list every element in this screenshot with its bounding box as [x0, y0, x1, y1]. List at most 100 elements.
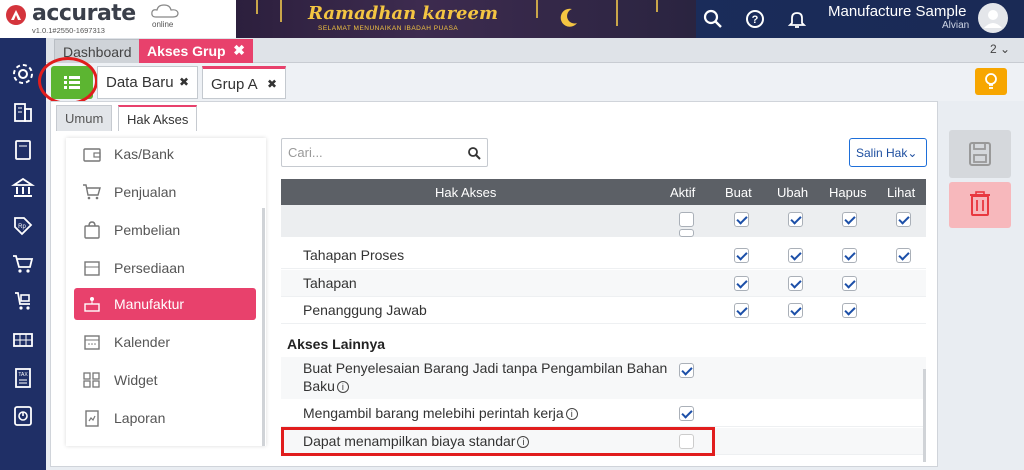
subtab-data-baru-label: Data Baru [106, 74, 174, 91]
search-icon[interactable] [467, 146, 481, 160]
svg-text:TAX: TAX [18, 372, 28, 378]
row-label-text: Mengambil barang melebihi perintah kerja [303, 405, 564, 421]
tag-icon[interactable]: Rp [11, 214, 35, 238]
save-button[interactable] [949, 130, 1011, 178]
subtab-grup-a[interactable]: Grup A ✖ [202, 66, 286, 99]
logo[interactable]: accurate online v1.0.1#2550-1697313 [0, 0, 236, 38]
banner-title: Ramadhan kareem [308, 3, 499, 24]
company-name[interactable]: Manufacture Sample [828, 3, 966, 20]
buat-checkbox[interactable] [734, 276, 749, 291]
filter-aktif-checkbox[interactable] [679, 212, 694, 227]
menu-item-pembelian[interactable]: Pembelian [74, 214, 256, 246]
bell-icon[interactable] [786, 8, 808, 30]
menu-item-kalender[interactable]: Kalender [74, 326, 256, 358]
menu-item-label: Laporan [114, 410, 166, 426]
user-icon [984, 10, 1002, 28]
menu-item-kas-bank[interactable]: Kas/Bank [74, 138, 256, 170]
search-icon[interactable] [702, 8, 724, 30]
partial-checkbox[interactable] [679, 229, 694, 237]
search-input[interactable]: Cari... [281, 138, 488, 167]
menu-item-penjualan[interactable]: Penjualan [74, 176, 256, 208]
buat-checkbox[interactable] [734, 303, 749, 318]
access-table: Hak Akses Aktif Buat Ubah Hapus Lihat Ta… [281, 179, 926, 462]
hapus-checkbox[interactable] [842, 276, 857, 291]
calendar-icon [84, 335, 100, 350]
ubah-checkbox[interactable] [788, 303, 803, 318]
info-icon[interactable]: i [565, 408, 578, 421]
tab-count-dropdown[interactable]: 2 ⌄ [990, 42, 1010, 56]
building-icon[interactable] [11, 100, 35, 124]
hapus-checkbox[interactable] [842, 248, 857, 263]
close-icon[interactable]: ✖ [179, 75, 189, 89]
menu-item-label: Pembelian [114, 222, 181, 238]
box-icon [84, 261, 100, 276]
logo-text: accurate [32, 1, 136, 26]
tax-icon[interactable]: TAX [11, 366, 35, 390]
lihat-checkbox[interactable] [896, 248, 911, 263]
hapus-checkbox[interactable] [842, 303, 857, 318]
close-icon[interactable]: ✖ [267, 77, 277, 91]
row-label: Penanggung Jawab [303, 302, 427, 318]
help-icon[interactable]: ? [744, 8, 766, 30]
main-tab-bar: Dashboard Akses Grup ✖ 2 ⌄ [46, 38, 1024, 63]
filter-ubah-checkbox[interactable] [788, 212, 803, 227]
filter-row [281, 205, 926, 237]
salin-hak-dropdown[interactable]: Salin Hak⌄ [849, 138, 927, 167]
table-header: Hak Akses Aktif Buat Ubah Hapus Lihat [281, 179, 926, 205]
cloud-icon [151, 4, 179, 18]
filter-hapus-checkbox[interactable] [842, 212, 857, 227]
section-title: Akses Lainnya [287, 336, 386, 352]
ubah-checkbox[interactable] [788, 248, 803, 263]
delete-button[interactable] [949, 182, 1011, 228]
tips-button[interactable] [975, 68, 1007, 95]
tab-akses-grup[interactable]: Akses Grup ✖ [139, 39, 253, 63]
bank-icon[interactable] [11, 176, 35, 200]
tab-umum[interactable]: Umum [56, 105, 113, 131]
table-row: Tahapan [281, 270, 926, 297]
subtab-data-baru[interactable]: Data Baru ✖ [97, 66, 198, 99]
table-row: Mengambil barang melebihi perintah kerja… [281, 400, 926, 427]
user-name: Alvian [942, 20, 970, 31]
lantern-decoration [656, 0, 658, 12]
svg-text:?: ? [752, 14, 759, 26]
tab-hak-akses[interactable]: Hak Akses [118, 105, 198, 131]
header-buat: Buat [725, 185, 752, 200]
crescent-moon-icon [560, 8, 577, 27]
lantern-decoration [536, 0, 538, 18]
filter-buat-checkbox[interactable] [734, 212, 749, 227]
table-row: Tahapan Proses [281, 242, 926, 269]
gear-icon[interactable] [11, 62, 35, 86]
lantern-decoration [256, 0, 258, 14]
top-bar: accurate online v1.0.1#2550-1697313 Rama… [0, 0, 1024, 38]
header-aktif: Aktif [670, 185, 696, 200]
menu-item-label: Kas/Bank [114, 146, 174, 162]
header-ubah: Ubah [777, 185, 809, 200]
table-scrollbar[interactable] [923, 369, 926, 462]
buat-checkbox[interactable] [734, 248, 749, 263]
menu-item-manufaktur[interactable]: Manufaktur [74, 288, 256, 320]
ubah-checkbox[interactable] [788, 276, 803, 291]
aktif-checkbox[interactable] [679, 406, 694, 421]
factory-icon[interactable] [11, 328, 35, 352]
menu-item-laporan[interactable]: Laporan [74, 402, 256, 434]
close-icon[interactable]: ✖ [233, 42, 245, 59]
widget-icon [83, 372, 100, 388]
menu-scrollbar[interactable] [262, 208, 265, 446]
table-row: Buat Penyelesaian Barang Jadi tanpa Peng… [281, 357, 926, 399]
book-icon[interactable] [11, 138, 35, 162]
trash-icon [970, 191, 990, 216]
menu-item-persediaan[interactable]: Persediaan [74, 252, 256, 284]
info-icon[interactable]: i [336, 381, 349, 394]
report-chart-icon[interactable] [11, 404, 35, 428]
header-hak-akses: Hak Akses [435, 185, 497, 200]
avatar[interactable] [978, 3, 1008, 33]
filter-lihat-checkbox[interactable] [896, 212, 911, 227]
aktif-checkbox[interactable] [679, 363, 694, 378]
menu-item-widget[interactable]: Widget [74, 364, 256, 396]
accurate-logo-icon [6, 5, 26, 25]
shopping-bag-icon[interactable] [11, 290, 35, 314]
header-hapus: Hapus [829, 185, 867, 200]
version-text: v1.0.1#2550-1697313 [32, 26, 105, 35]
cart-icon[interactable] [11, 252, 35, 276]
factory-icon [84, 297, 100, 312]
